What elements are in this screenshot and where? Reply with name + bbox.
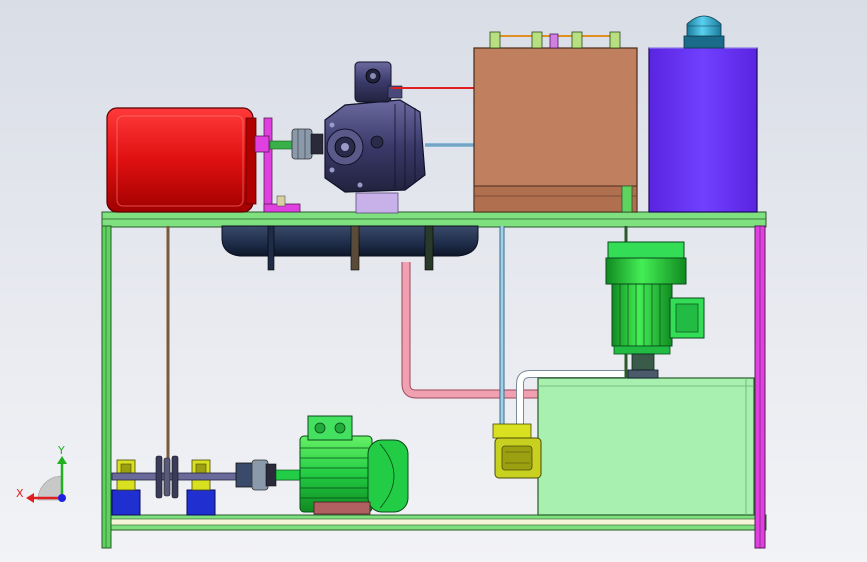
triad-y-label: Y [57,444,65,457]
base-block-right [186,489,216,516]
control-box[interactable] [473,31,638,213]
vertical-motor[interactable] [605,241,705,379]
horizontal-motor[interactable] [299,415,409,515]
top-deck [101,211,767,228]
terminal-fittings [489,31,621,49]
beacon-icon [683,15,725,49]
hydraulic-pump[interactable] [324,61,426,214]
oil-tank[interactable] [537,377,755,516]
coordinate-triad: X Y [16,444,67,503]
electrical-cabinet[interactable] [648,47,758,213]
leg-left [101,225,112,549]
motor-coupling [235,459,303,491]
air-receiver[interactable] [221,225,479,271]
assembly-drawing: X Y [16,15,767,549]
pulley-icon [155,455,179,499]
gear-pump[interactable] [492,423,542,479]
red-reservoir[interactable] [106,107,257,213]
triad-x-label: X [16,487,24,500]
base-block-left [111,489,141,516]
